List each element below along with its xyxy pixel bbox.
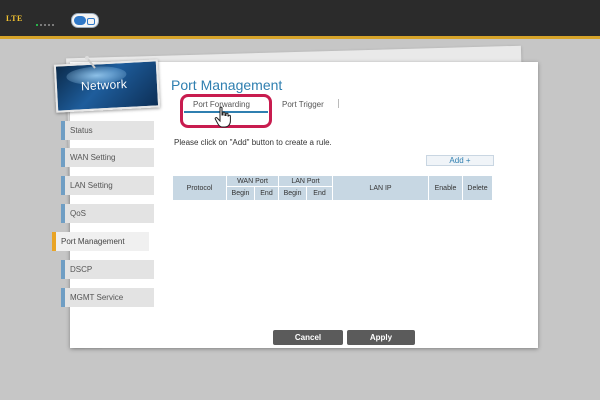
column-header-delete: Delete <box>462 175 494 201</box>
instruction-text: Please click on "Add" button to create a… <box>174 138 332 147</box>
column-header-wan-end: End <box>253 186 280 201</box>
cancel-button[interactable]: Cancel <box>273 330 343 345</box>
column-header-wan-port: WAN Port <box>225 175 280 187</box>
sidebar-item-qos[interactable]: QoS <box>61 204 154 223</box>
apply-button[interactable]: Apply <box>347 330 415 345</box>
signal-bars-icon <box>36 24 54 26</box>
sidebar-item-status[interactable]: Status <box>61 121 154 140</box>
status-bar: LTE <box>0 0 600 39</box>
add-rule-button[interactable]: Add + <box>426 155 494 166</box>
port-forwarding-table: Protocol WAN Port LAN Port LAN IP Enable… <box>172 175 494 201</box>
sidebar-item-mgmt-service[interactable]: MGMT Service <box>61 288 154 307</box>
pushpin-icon <box>85 56 96 69</box>
sidebar-item-wan-setting[interactable]: WAN Setting <box>61 148 154 167</box>
column-header-enable: Enable <box>428 175 464 201</box>
tab-port-trigger[interactable]: Port Trigger <box>282 100 324 109</box>
column-header-lan-begin: Begin <box>278 186 308 201</box>
wifi-toggle-icon[interactable] <box>71 13 99 28</box>
hand-cursor-icon <box>214 106 231 128</box>
network-type-label: LTE <box>6 14 23 23</box>
sidebar-item-port-management[interactable]: Port Management <box>52 232 149 251</box>
column-header-lan-end: End <box>306 186 334 201</box>
tab-separator <box>338 99 339 108</box>
network-logo-label: Network <box>80 76 128 94</box>
column-header-wan-begin: Begin <box>226 186 255 201</box>
page-title: Port Management <box>171 77 283 93</box>
sidebar-item-lan-setting[interactable]: LAN Setting <box>61 176 154 195</box>
column-header-protocol: Protocol <box>172 175 227 201</box>
column-header-lan-port: LAN Port <box>278 175 334 187</box>
network-logo: Network <box>53 59 161 113</box>
column-header-lan-ip: LAN IP <box>332 175 430 201</box>
sidebar-item-dscp[interactable]: DSCP <box>61 260 154 279</box>
